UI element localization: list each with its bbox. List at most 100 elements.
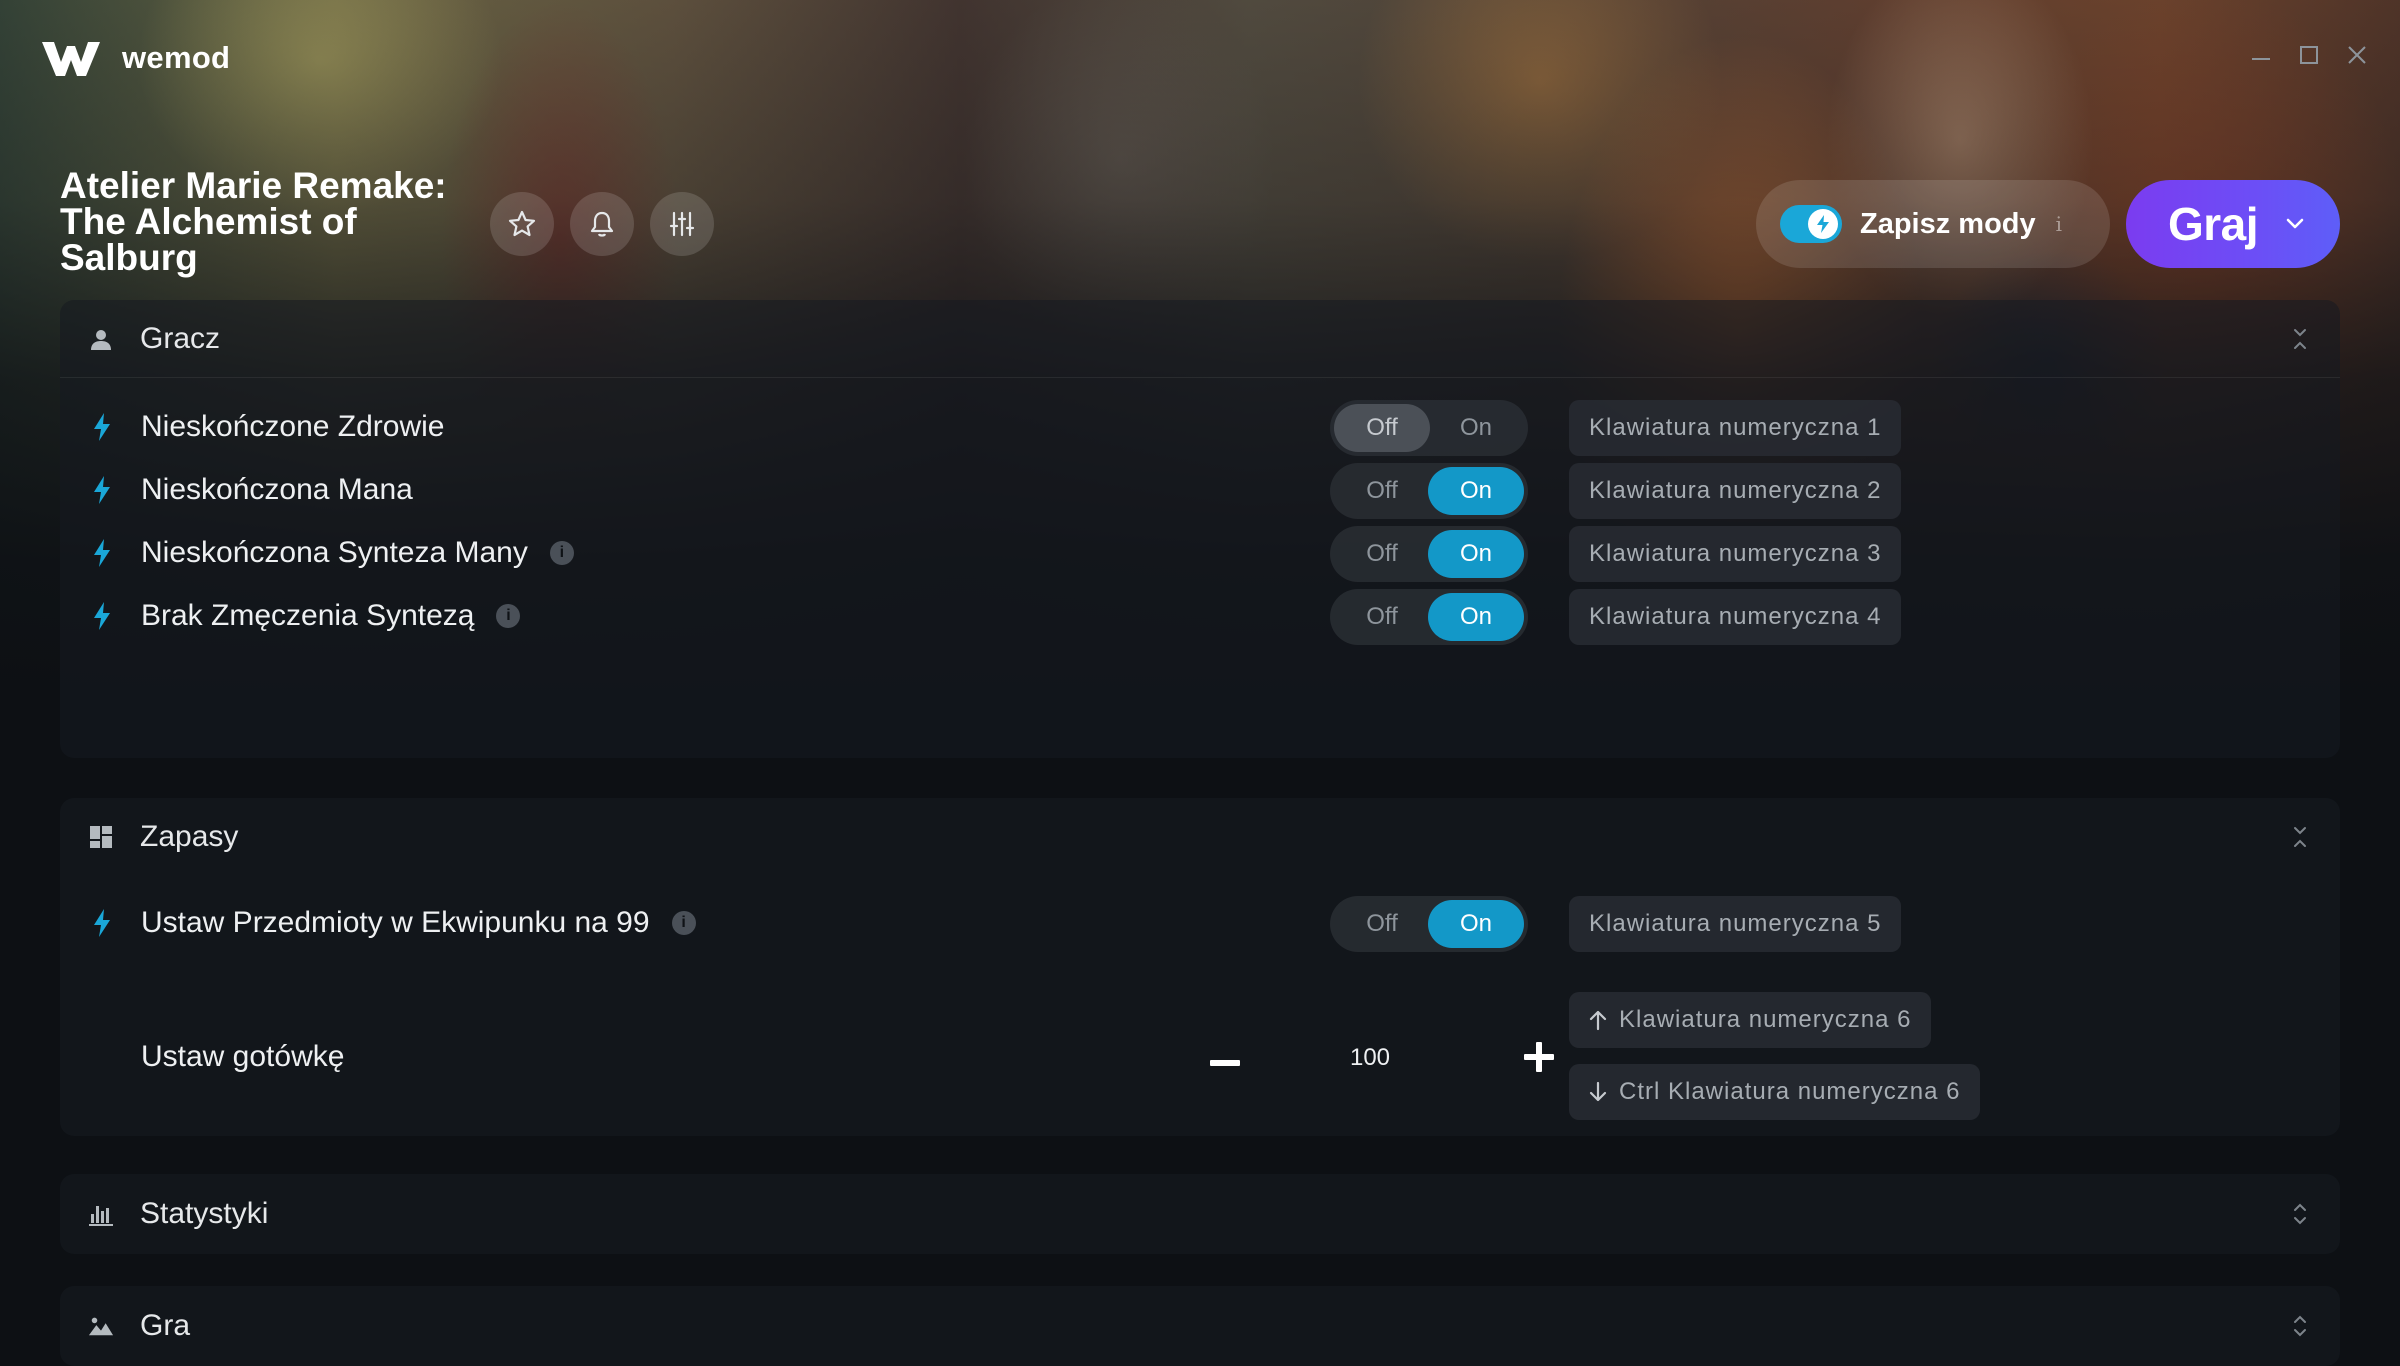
game-title-line: Atelier Marie Remake:: [60, 165, 447, 206]
toggle-off-option[interactable]: Off: [1334, 900, 1430, 948]
section-title: Gra: [140, 1309, 191, 1342]
toggle-off-option[interactable]: Off: [1334, 593, 1430, 641]
landscape-icon: [88, 1313, 114, 1339]
bolt-icon: [94, 909, 110, 937]
mod-row: Nieskończona Synteza Many i Off On Klawi…: [60, 518, 2340, 588]
save-mods-label: Zapisz mody: [1860, 207, 2036, 240]
hotkey-label: Ctrl Klawiatura numeryczna 6: [1619, 1078, 1961, 1105]
cash-value[interactable]: 100: [1320, 1044, 1420, 1072]
cash-row: Ustaw gotówkę 100 Klawiatura numeryczna …: [60, 984, 2340, 1134]
hotkey-button[interactable]: Klawiatura numeryczna 1: [1569, 400, 1902, 456]
hotkey-button[interactable]: Klawiatura numeryczna 5: [1569, 896, 1902, 952]
mod-toggle[interactable]: Off On: [1330, 400, 1528, 456]
window-controls: [2250, 44, 2368, 66]
expand-icon[interactable]: [2290, 1313, 2310, 1339]
bar-chart-icon: [88, 1201, 114, 1227]
hotkey-button[interactable]: Klawiatura numeryczna 2: [1569, 463, 1902, 519]
arrow-down-icon: [1589, 1081, 1607, 1103]
mod-toggle[interactable]: Off On: [1330, 463, 1528, 519]
mod-name-text: Nieskończone Zdrowie: [141, 410, 445, 443]
bolt-icon: [1808, 209, 1838, 239]
mod-row: Brak Zmęczenia Syntezą i Off On Klawiatu…: [60, 581, 2340, 651]
collapse-icon[interactable]: [2290, 824, 2310, 850]
hotkey-button[interactable]: Klawiatura numeryczna 4: [1569, 589, 1902, 645]
mod-name-text: Ustaw Przedmioty w Ekwipunku na 99: [141, 906, 650, 939]
game-title: Atelier Marie Remake: The Alchemist of S…: [60, 165, 480, 276]
collapse-icon[interactable]: [2290, 326, 2310, 352]
hotkey-increase-button[interactable]: Klawiatura numeryczna 6: [1569, 992, 1932, 1048]
mod-toggle[interactable]: Off On: [1330, 896, 1528, 952]
expand-icon[interactable]: [2290, 1201, 2310, 1227]
section-zapasy: Zapasy Ustaw Przedmioty w Ekwipunku na 9…: [60, 798, 2340, 1136]
save-mods-control: Zapisz mody i: [1756, 180, 2110, 268]
minimize-icon[interactable]: [2250, 44, 2272, 66]
section-title: Gracz: [140, 321, 221, 355]
mod-name: Nieskończona Synteza Many i: [141, 536, 574, 570]
mod-row: Nieskończona Mana Off On Klawiatura nume…: [60, 455, 2340, 525]
maximize-icon[interactable]: [2298, 44, 2320, 66]
mod-name-text: Nieskończona Mana: [141, 473, 413, 506]
section-header-statystyki[interactable]: Statystyki: [60, 1174, 2340, 1254]
mod-name: Ustaw Przedmioty w Ekwipunku na 99 i: [141, 906, 696, 940]
hotkey-button[interactable]: Klawiatura numeryczna 3: [1569, 526, 1902, 582]
play-button[interactable]: Graj: [2126, 180, 2340, 268]
mod-toggle[interactable]: Off On: [1330, 589, 1528, 645]
toggle-on-option[interactable]: On: [1428, 593, 1524, 641]
info-icon[interactable]: i: [496, 604, 521, 628]
toggle-on-option[interactable]: On: [1428, 467, 1524, 515]
game-actions: [490, 192, 714, 256]
mod-name: Nieskończone Zdrowie: [141, 410, 444, 444]
grid-icon: [88, 824, 114, 850]
bolt-icon: [94, 413, 110, 441]
mod-toggle[interactable]: Off On: [1330, 526, 1528, 582]
section-header-zapasy[interactable]: Zapasy: [60, 798, 2340, 876]
chevron-down-icon[interactable]: [2282, 211, 2308, 237]
app-logo[interactable]: wemod: [40, 38, 230, 78]
mod-name-text: Nieskończona Synteza Many: [141, 536, 528, 569]
mod-name-text: Brak Zmęczenia Syntezą: [141, 599, 475, 632]
section-header-gra[interactable]: Gra: [60, 1286, 2340, 1366]
favorite-button[interactable]: [490, 192, 554, 256]
mod-name: Brak Zmęczenia Syntezą i: [141, 599, 521, 633]
bell-icon: [590, 211, 614, 237]
toggle-off-option[interactable]: Off: [1334, 467, 1430, 515]
bolt-icon: [94, 602, 110, 630]
game-title-line: The Alchemist of: [60, 201, 357, 242]
toggle-off-option[interactable]: Off: [1334, 530, 1430, 578]
toggle-on-option[interactable]: On: [1428, 404, 1524, 452]
star-icon: [508, 210, 536, 237]
info-icon[interactable]: i: [671, 911, 696, 935]
notifications-button[interactable]: [570, 192, 634, 256]
section-title: Statystyki: [140, 1197, 269, 1230]
section-gracz: Gracz Nieskończone Zdrowie Off On Klawia…: [60, 300, 2340, 758]
wemod-logo-icon: [40, 38, 102, 78]
mod-row: Ustaw Przedmioty w Ekwipunku na 99 i Off…: [60, 888, 2340, 958]
mod-name-text: Ustaw gotówkę: [141, 1040, 345, 1073]
close-icon[interactable]: [2346, 44, 2368, 66]
save-mods-info-icon[interactable]: i: [2056, 212, 2062, 236]
user-icon: [88, 326, 114, 352]
plus-icon[interactable]: [1522, 1040, 1556, 1074]
mod-name: Ustaw gotówkę: [141, 1040, 344, 1074]
section-gra: Gra: [60, 1286, 2340, 1366]
bolt-icon: [94, 476, 110, 504]
game-settings-button[interactable]: [650, 192, 714, 256]
toggle-on-option[interactable]: On: [1428, 900, 1524, 948]
section-statystyki: Statystyki: [60, 1174, 2340, 1254]
title-bar: wemod: [0, 0, 2400, 120]
info-icon[interactable]: i: [549, 541, 574, 565]
toggle-off-option[interactable]: Off: [1334, 404, 1430, 452]
section-title: Zapasy: [140, 820, 239, 853]
sliders-icon: [669, 211, 695, 237]
hotkey-decrease-button[interactable]: Ctrl Klawiatura numeryczna 6: [1569, 1064, 1981, 1120]
bolt-icon: [94, 539, 110, 567]
hotkey-label: Klawiatura numeryczna 6: [1619, 1006, 1912, 1033]
mod-name: Nieskończona Mana: [141, 473, 413, 507]
minus-icon[interactable]: [1208, 1046, 1242, 1080]
section-header-gracz[interactable]: Gracz: [60, 300, 2340, 378]
save-mods-toggle[interactable]: [1780, 205, 1842, 243]
arrow-up-icon: [1589, 1009, 1607, 1031]
app-name: wemod: [122, 40, 231, 75]
toggle-on-option[interactable]: On: [1428, 530, 1524, 578]
play-button-label: Graj: [2168, 198, 2259, 250]
